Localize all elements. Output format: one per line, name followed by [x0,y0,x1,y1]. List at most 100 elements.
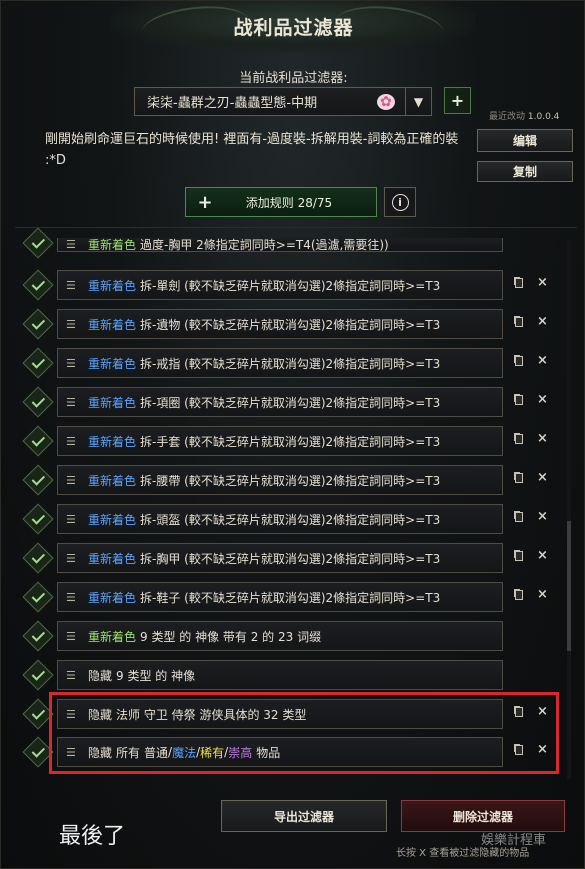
rule-box[interactable]: ☰ 重新着色 拆-頭盔 (較不缺乏碎片就取消勾選)2條指定詞同時>=T3 [57,504,503,534]
drag-handle-icon[interactable]: ☰ [66,746,76,759]
rule-row[interactable]: ☰ 重新着色 拆-頭盔 (較不缺乏碎片就取消勾選)2條指定詞同時>=T3 × [15,503,577,535]
rule-text: 過度-胸甲 2條指定詞同時>=T4(過濾,需要往)) [140,238,389,252]
rule-row[interactable]: ☰ 隐藏 法师 守卫 侍祭 游侠具体的 32 类型 × [15,698,577,730]
copy-icon[interactable] [515,356,523,366]
rule-row[interactable]: ☰ 重新着色 過度-胸甲 2條指定詞同時>=T4(過濾,需要往)) [15,227,577,268]
copy-icon[interactable] [515,317,523,327]
rule-text: 9 类型 的 神像 [116,668,196,683]
rule-row[interactable]: ☰ 重新着色 拆-項圈 (較不缺乏碎片就取消勾選)2條指定詞同時>=T3 × [15,386,577,418]
rule-row[interactable]: ☰ 隐藏 9 类型 的 神像 [15,659,577,691]
rule-box[interactable]: ☰ 重新着色 拆-遺物 (較不缺乏碎片就取消勾選)2條指定詞同時>=T3 [57,309,503,339]
rule-keyword: 重新着色 [88,512,137,527]
chevron-down-icon[interactable]: ▼ [405,88,431,115]
filter-select[interactable]: 柒柒-蟲群之刃-蟲蟲型態-中期 ✿ ▼ [134,87,432,116]
close-icon[interactable]: × [537,742,548,757]
checkbox-icon[interactable] [22,425,54,457]
delete-filter-button[interactable]: 删除过滤器 [401,800,565,832]
rule-box[interactable]: ☰ 重新着色 9 类型 的 神像 带有 2 的 23 词缀 [57,621,503,651]
close-icon[interactable]: × [537,431,548,446]
checkbox-icon[interactable] [22,736,54,768]
edit-button[interactable]: 编辑 [477,129,573,152]
current-filter-label: 当前战利品过滤器: [239,71,348,86]
copy-icon[interactable] [515,551,523,561]
rule-box[interactable]: ☰ 重新着色 拆-項圈 (較不缺乏碎片就取消勾選)2條指定詞同時>=T3 [57,387,503,417]
checkbox-icon[interactable] [22,308,54,340]
close-icon[interactable]: × [537,587,548,602]
rule-keyword: 重新着色 [88,473,137,488]
close-icon[interactable]: × [537,548,548,563]
export-filter-button[interactable]: 导出过滤器 [221,800,387,832]
rule-text: 拆-胸甲 (較不缺乏碎片就取消勾選)2條指定詞同時>=T3 [140,551,441,566]
rule-row[interactable]: ☰ 重新着色 拆-胸甲 (較不缺乏碎片就取消勾選)2條指定詞同時>=T3 × [15,542,577,574]
rule-box[interactable]: ☰ 重新着色 拆-鞋子 (較不缺乏碎片就取消勾選)2條指定詞同時>=T3 [57,582,503,612]
rule-text: 拆-手套 (較不缺乏碎片就取消勾選)2條指定詞同時>=T3 [140,434,441,449]
drag-handle-icon[interactable]: ☰ [66,435,76,448]
close-icon[interactable]: × [537,314,548,329]
copy-button[interactable]: 复制 [477,161,573,182]
drag-handle-icon[interactable]: ☰ [66,318,76,331]
rule-box[interactable]: ☰ 隐藏 9 类型 的 神像 [57,660,503,690]
scrollbar-thumb[interactable] [567,521,571,651]
rule-row[interactable]: ☰ 重新着色 拆-腰帶 (較不缺乏碎片就取消勾選)2條指定詞同時>=T3 × [15,464,577,496]
checkbox-icon[interactable] [22,620,54,652]
rule-row[interactable]: ☰ 重新着色 拆-鞋子 (較不缺乏碎片就取消勾選)2條指定詞同時>=T3 × [15,581,577,613]
rule-keyword: 隐藏 [88,745,113,760]
rule-box[interactable]: ☰ 隐藏 法师 守卫 侍祭 游侠具体的 32 类型 [57,699,503,729]
checkbox-icon[interactable] [22,227,54,259]
rule-row[interactable]: ☰ 重新着色 拆-手套 (較不缺乏碎片就取消勾選)2條指定詞同時>=T3 × [15,425,577,457]
drag-handle-icon[interactable]: ☰ [66,238,76,251]
drag-handle-icon[interactable]: ☰ [66,669,76,682]
close-icon[interactable]: × [537,392,548,407]
close-icon[interactable]: × [537,509,548,524]
rule-row[interactable]: ☰ 重新着色 拆-戒指 (較不缺乏碎片就取消勾選)2條指定詞同時>=T3 × [15,347,577,379]
rule-keyword: 重新着色 [88,434,137,449]
checkbox-icon[interactable] [22,698,54,730]
close-icon[interactable]: × [537,470,548,485]
rule-box[interactable]: ☰ 重新着色 拆-單劍 (較不缺乏碎片就取消勾選)2條指定詞同時>=T3 [57,270,503,300]
copy-icon[interactable] [515,395,523,405]
rule-box[interactable]: ☰ 重新着色 拆-胸甲 (較不缺乏碎片就取消勾選)2條指定詞同時>=T3 [57,543,503,573]
rule-box[interactable]: ☰ 重新着色 拆-腰帶 (較不缺乏碎片就取消勾選)2條指定詞同時>=T3 [57,465,503,495]
drag-handle-icon[interactable]: ☰ [66,591,76,604]
info-button[interactable]: i [384,187,416,217]
drag-handle-icon[interactable]: ☰ [66,474,76,487]
rule-box[interactable]: ☰ 重新着色 拆-戒指 (較不缺乏碎片就取消勾選)2條指定詞同時>=T3 [57,348,503,378]
drag-handle-icon[interactable]: ☰ [66,630,76,643]
copy-icon[interactable] [515,745,523,755]
checkbox-icon[interactable] [22,386,54,418]
rule-row[interactable]: ☰ 重新着色 拆-遺物 (較不缺乏碎片就取消勾選)2條指定詞同時>=T3 × [15,308,577,340]
drag-handle-icon[interactable]: ☰ [66,396,76,409]
rule-box[interactable]: ☰ 重新着色 過度-胸甲 2條指定詞同時>=T4(過濾,需要往)) [57,238,503,252]
copy-icon[interactable] [515,278,523,288]
add-filter-button[interactable]: + [444,87,471,114]
rule-box[interactable]: ☰ 重新着色 拆-手套 (較不缺乏碎片就取消勾選)2條指定詞同時>=T3 [57,426,503,456]
close-icon[interactable]: × [537,275,548,290]
drag-handle-icon[interactable]: ☰ [66,357,76,370]
checkbox-icon[interactable] [22,542,54,574]
copy-icon[interactable] [515,512,523,522]
drag-handle-icon[interactable]: ☰ [66,708,76,721]
scrollbar-track[interactable] [567,239,571,779]
checkbox-icon[interactable] [22,464,54,496]
drag-handle-icon[interactable]: ☰ [66,552,76,565]
checkbox-icon[interactable] [22,269,54,301]
close-icon[interactable]: × [537,353,548,368]
checkbox-icon[interactable] [22,659,54,691]
drag-handle-icon[interactable]: ☰ [66,513,76,526]
add-rule-button[interactable]: + 添加规则 28/75 [185,187,377,217]
rule-row[interactable]: ☰ 重新着色 拆-單劍 (較不缺乏碎片就取消勾選)2條指定詞同時>=T3 × [15,269,577,301]
close-icon[interactable]: × [537,704,548,719]
recent-changes: 最近改动 1.0.0.4 [489,109,559,122]
copy-icon[interactable] [515,473,523,483]
rule-box[interactable]: ☰ 隐藏 所有 普通 / 魔法 / 稀有 / 崇高 物品 [57,737,503,767]
rule-keyword: 重新着色 [88,317,137,332]
rule-row[interactable]: ☰ 重新着色 9 类型 的 神像 带有 2 的 23 词缀 [15,620,577,652]
drag-handle-icon[interactable]: ☰ [66,279,76,292]
checkbox-icon[interactable] [22,503,54,535]
checkbox-icon[interactable] [22,581,54,613]
copy-icon[interactable] [515,434,523,444]
checkbox-icon[interactable] [22,347,54,379]
copy-icon[interactable] [515,707,523,717]
copy-icon[interactable] [515,590,523,600]
rule-row[interactable]: ☰ 隐藏 所有 普通 / 魔法 / 稀有 / 崇高 物品 × [15,736,577,768]
